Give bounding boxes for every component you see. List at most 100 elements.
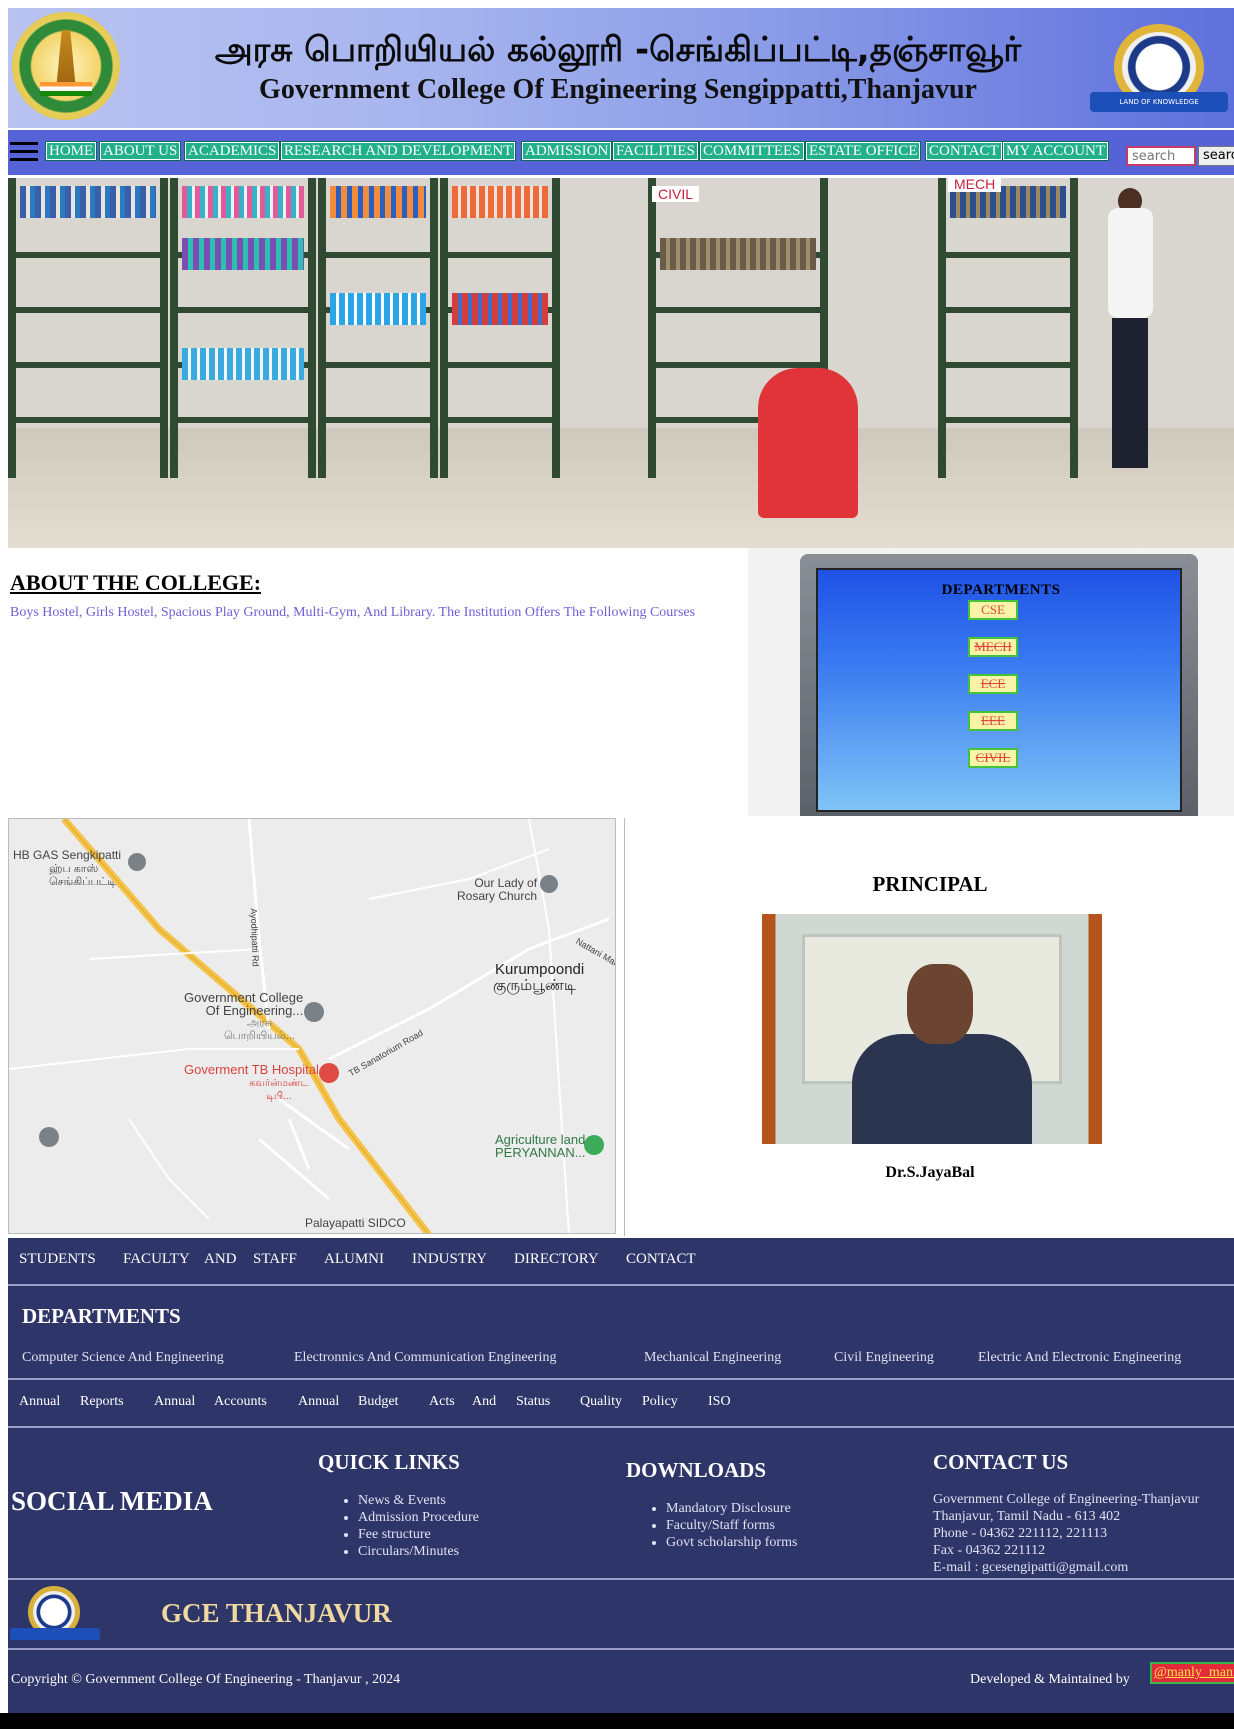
footer-link-students[interactable]: STUDENTS	[19, 1251, 96, 1268]
footer-report-word[interactable]: Annual	[298, 1394, 339, 1410]
nav-admission[interactable]: ADMISSION	[520, 141, 613, 161]
footer-report-word[interactable]: Annual	[154, 1394, 195, 1410]
contact-address-line: Thanjavur, Tamil Nadu - 613 402	[933, 1509, 1121, 1524]
nav-estate-office[interactable]: ESTATE OFFICE	[804, 141, 922, 161]
social-media-title: SOCIAL MEDIA	[11, 1486, 213, 1516]
monitor-screen: DEPARTMENTS CSE MECH ECE EEE CIVIL	[816, 568, 1182, 812]
contact-email[interactable]: E-mail : gcesengipatti@gmail.com	[933, 1560, 1128, 1576]
footer-report-word[interactable]: Acts	[429, 1394, 455, 1410]
map-label-college: Government College Of Engineering...	[184, 990, 304, 1018]
downloads-list: Mandatory Disclosure Faculty/Staff forms…	[646, 1500, 797, 1551]
map-label-hb-gas: HB GAS Sengkipatti	[13, 848, 122, 862]
footer-report-word[interactable]: Accounts	[214, 1394, 267, 1410]
contact-phone: Phone - 04362 221112, 221113	[933, 1526, 1108, 1541]
footer-copyright: Copyright © Government College Of Engine…	[8, 1650, 1234, 1713]
about-scrolling-text: Boys Hostel, Girls Hostel, Spacious Play…	[10, 606, 696, 620]
footer-dept-mech[interactable]: Mechanical Engineering	[644, 1350, 781, 1366]
quick-link[interactable]: Circulars/Minutes	[358, 1543, 479, 1560]
nav-contact[interactable]: CONTACT	[925, 141, 1003, 161]
dept-button-civil[interactable]: CIVIL	[968, 748, 1018, 768]
nav-academics[interactable]: ACADEMICS	[183, 141, 281, 161]
footer-dept-cse[interactable]: Computer Science And Engineering	[22, 1350, 224, 1366]
gce-logo-icon	[10, 1586, 100, 1650]
map-label-college-tamil: அரசு பொறியியல்...	[224, 1017, 295, 1042]
principal-title: PRINCIPAL	[872, 872, 988, 896]
footer-report-word[interactable]: And	[472, 1394, 496, 1410]
nav-my-account[interactable]: MY ACCOUNT	[1001, 141, 1110, 161]
footer-link-directory[interactable]: DIRECTORY	[514, 1251, 599, 1268]
quick-links-list: News & Events Admission Procedure Fee st…	[338, 1492, 479, 1560]
copyright-text: Copyright © Government College Of Engine…	[11, 1672, 401, 1687]
main-nav: HOME ABOUT US ACADEMICS RESEARCH AND DEV…	[8, 130, 1234, 175]
about-heading: ABOUT THE COLLEGE:	[10, 570, 262, 595]
tamilnadu-emblem-icon	[12, 12, 120, 120]
footer-dept-civil[interactable]: Civil Engineering	[834, 1350, 934, 1366]
footer-link-contact[interactable]: CONTACT	[626, 1251, 696, 1268]
nav-committees[interactable]: COMMITTEES	[699, 141, 805, 161]
footer-link-faculty[interactable]: FACULTY	[123, 1251, 190, 1268]
nav-home[interactable]: HOME	[44, 141, 98, 161]
nav-about-us[interactable]: ABOUT US	[98, 141, 182, 161]
downloads-title: DOWNLOADS	[626, 1458, 767, 1482]
map-label-sidco: Palayapatti SIDCO	[305, 1216, 406, 1230]
footer-dept-eee[interactable]: Electric And Electronic Engineering	[978, 1350, 1181, 1366]
departments-monitor-panel: DEPARTMENTS CSE MECH ECE EEE CIVIL	[748, 548, 1234, 816]
footer-report-word[interactable]: Annual	[19, 1394, 60, 1410]
footer-dept-ece[interactable]: Electronnics And Communication Engineeri…	[294, 1350, 556, 1366]
dept-button-ece[interactable]: ECE	[968, 674, 1018, 694]
library-hero-image: CIVIL MECH	[8, 178, 1234, 548]
contact-us-title: CONTACT US	[933, 1450, 1069, 1474]
librarian-figure	[1098, 188, 1158, 488]
mech-sign: MECH	[948, 178, 1002, 192]
download-link[interactable]: Govt scholarship forms	[666, 1534, 797, 1551]
search-input[interactable]	[1126, 146, 1196, 166]
principal-photo	[762, 914, 1102, 1144]
footer-brand: GCE THANJAVUR	[8, 1580, 1234, 1648]
quick-links-title: QUICK LINKS	[318, 1450, 460, 1474]
download-link[interactable]: Mandatory Disclosure	[666, 1500, 797, 1517]
map-label-hospital: Goverment TB Hospital	[184, 1062, 319, 1077]
quick-link[interactable]: Fee structure	[358, 1526, 479, 1543]
footer-report-word[interactable]: Quality	[580, 1394, 622, 1410]
nav-facilities[interactable]: FACILITIES	[612, 141, 699, 161]
quick-link[interactable]: News & Events	[358, 1492, 479, 1509]
dept-button-mech[interactable]: MECH	[968, 637, 1018, 657]
college-logo-icon: LAND OF KNOWLEDGE	[1090, 22, 1228, 118]
map-label-church: Our Lady of Rosary Church	[457, 876, 538, 903]
dept-button-cse[interactable]: CSE	[968, 600, 1018, 620]
map-label-road-ayodhi: Ayodhipatti Rd	[248, 908, 261, 967]
developer-link[interactable]: @manly_mani	[1150, 1662, 1234, 1684]
footer-columns: SOCIAL MEDIA QUICK LINKS News & Events A…	[8, 1428, 1234, 1578]
map-label-hb-gas-tamil: ஹ்ப காஸ் செங்கிப்பட்டி	[49, 863, 117, 888]
location-map[interactable]: HB GAS Sengkipatti ஹ்ப காஸ் செங்கிப்பட்ட…	[8, 818, 616, 1234]
hamburger-menu-icon[interactable]	[10, 142, 38, 162]
footer-report-word[interactable]: Policy	[642, 1394, 678, 1410]
footer-report-word[interactable]: Status	[516, 1394, 550, 1410]
nav-research[interactable]: RESEARCH AND DEVELOPMENT	[279, 141, 517, 161]
footer-link-staff[interactable]: STAFF	[253, 1251, 297, 1268]
quick-link[interactable]: Admission Procedure	[358, 1509, 479, 1526]
footer-report-iso[interactable]: ISO	[708, 1394, 731, 1410]
brand-name: GCE THANJAVUR	[161, 1598, 392, 1628]
principal-name: Dr.S.JayaBal	[885, 1164, 975, 1181]
map-label-hospital-tamil: கவர்ன்மண்ட டிபி...	[249, 1078, 309, 1102]
footer-report-word[interactable]: Budget	[358, 1394, 398, 1410]
download-link[interactable]: Faculty/Staff forms	[666, 1517, 797, 1534]
college-title-tamil: அரசு பொறியியல் கல்லூரி -செங்கிப்பட்டி,தஞ…	[214, 30, 1022, 70]
footer-link-and[interactable]: AND	[204, 1251, 237, 1268]
red-chair	[758, 368, 858, 518]
search-button[interactable]: search	[1198, 146, 1234, 166]
footer-link-alumni[interactable]: ALUMNI	[324, 1251, 384, 1268]
footer-link-industry[interactable]: INDUSTRY	[412, 1251, 487, 1268]
civil-sign: CIVIL	[652, 186, 700, 202]
map-label-agriculture: Agriculture land PERYANNAN...	[495, 1132, 586, 1160]
contact-address-line: Government College of Engineering-Thanja…	[933, 1492, 1200, 1507]
dept-button-eee[interactable]: EEE	[968, 711, 1018, 731]
footer-reports: Annual Reports Annual Accounts Annual Bu…	[8, 1380, 1234, 1426]
site-header: அரசு பொறியியல் கல்லூரி -செங்கிப்பட்டி,தஞ…	[8, 8, 1234, 128]
principal-section: PRINCIPAL Dr.S.JayaBal	[624, 818, 1234, 1236]
footer-report-word[interactable]: Reports	[80, 1394, 124, 1410]
page: அரசு பொறியியல் கல்லூரி -செங்கிப்பட்டி,தஞ…	[0, 0, 1234, 1713]
departments-title: DEPARTMENTS	[941, 582, 1061, 598]
developed-by-text: Developed & Maintained by	[970, 1672, 1130, 1687]
